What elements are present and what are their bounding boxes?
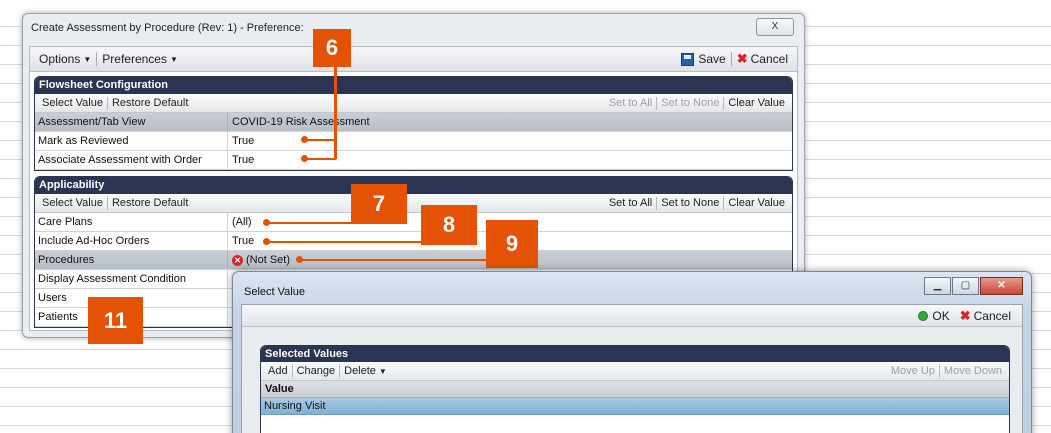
set-to-all-button[interactable]: Set to All [605,97,656,109]
set-to-none-button[interactable]: Set to None [657,97,723,109]
row-key: Assessment/Tab View [35,113,228,131]
window-controls: ▁ ▢ ✕ [923,277,1023,295]
section-toolbar: Select Value Restore Default Set to All … [35,94,792,113]
set-to-none-button[interactable]: Set to None [657,197,723,209]
restore-default-button[interactable]: Restore Default [108,197,192,209]
row-key: Include Ad-Hoc Orders [35,232,228,250]
save-button[interactable]: Save [676,52,730,66]
row-value: (Not Set) [246,253,291,266]
clear-value-button[interactable]: Clear Value [724,97,789,109]
table-row[interactable]: Assessment/Tab View COVID-19 Risk Assess… [35,113,792,132]
row-key: Display Assessment Condition [35,270,228,288]
minimize-button[interactable]: ▁ [924,277,951,295]
set-to-all-button[interactable]: Set to All [605,197,656,209]
cancel-button[interactable]: ✖ Cancel [732,51,793,67]
close-icon: ✕ [997,280,1006,291]
maximize-icon: ▢ [960,280,971,291]
options-label: Options [39,52,81,66]
cancel-label: Cancel [973,308,1011,323]
section-toolbar: Select Value Restore Default Set to All … [35,194,792,213]
options-menu[interactable]: Options ▼ [34,52,96,66]
cancel-icon: ✖ [736,51,748,66]
callout-leader [268,241,422,243]
section-header: Flowsheet Configuration [35,77,792,94]
main-toolbar: Options ▼ Preferences ▼ Save ✖ Cancel [30,47,797,72]
close-button[interactable]: ✕ [980,277,1023,295]
callout-8: 8 [421,205,477,245]
close-button[interactable]: X [756,18,794,36]
callout-leader [306,139,336,141]
callout-7: 7 [351,184,407,224]
callout-dot [301,136,308,143]
delete-menu[interactable]: Delete ▼ [340,365,391,377]
section-header: Applicability [35,177,792,194]
callout-dot [263,238,270,245]
close-icon: X [771,21,779,32]
column-header: Value [261,381,1009,398]
section-toolbar: Add Change Delete ▼ Move Up Move Down [261,362,1009,381]
callout-dot [263,219,270,226]
ok-label: OK [932,308,950,323]
ok-button[interactable]: OK [913,309,954,323]
callout-9: 9 [486,220,538,268]
row-value: COVID-19 Risk Assessment [232,115,370,128]
cancel-label: Cancel [750,52,788,66]
preferences-menu[interactable]: Preferences ▼ [97,52,183,66]
select-value-button[interactable]: Select Value [38,97,107,109]
not-set-icon: ✕ [232,254,243,266]
clear-value-button[interactable]: Clear Value [724,197,789,209]
callout-6: 6 [313,29,351,67]
preferences-label: Preferences [102,52,167,66]
callout-leader [306,158,336,160]
select-value-button[interactable]: Select Value [38,197,107,209]
callout-leader [334,67,337,159]
change-button[interactable]: Change [293,365,340,377]
minimize-icon: ▁ [933,280,942,291]
dialog-title: Create Assessment by Procedure (Rev: 1) … [31,22,304,34]
flowsheet-section: Flowsheet Configuration Select Value Res… [34,76,793,171]
dialog-title: Select Value [244,286,305,298]
chevron-down-icon: ▼ [169,54,178,64]
cancel-icon: ✖ [959,307,971,323]
select-value-dialog: Select Value ▁ ▢ ✕ OK ✖ Cancel Selected V… [232,271,1032,433]
move-up-button[interactable]: Move Up [887,365,939,377]
save-icon [681,52,695,66]
row-value: True [232,134,255,147]
table-row[interactable]: Mark as Reviewed True [35,132,792,151]
callout-leader [268,222,352,224]
callout-leader [301,259,487,261]
save-label: Save [698,52,726,66]
maximize-button[interactable]: ▢ [952,277,979,295]
row-value: True [232,234,255,247]
row-value: True [232,153,255,166]
table-row[interactable]: Care Plans (All) [35,213,792,232]
callout-dot [301,155,308,162]
ok-icon [918,310,929,321]
move-down-button[interactable]: Move Down [940,365,1006,377]
callout-11: 11 [88,297,143,344]
chevron-down-icon: ▼ [83,54,92,64]
dialog-body: OK ✖ Cancel Selected Values Add Change De… [241,304,1023,433]
chevron-down-icon: ▼ [378,367,387,376]
row-value-cell: ✕ (Not Set) [228,251,290,269]
callout-dot [296,256,303,263]
selected-values-panel: Selected Values Add Change Delete ▼ Move … [260,345,1010,433]
row-key: Procedures [35,251,228,269]
table-row[interactable]: Associate Assessment with Order True [35,151,792,170]
row-key: Mark as Reviewed [35,132,228,150]
delete-label: Delete [344,365,376,377]
row-key: Care Plans [35,213,228,231]
restore-default-button[interactable]: Restore Default [108,97,192,109]
row-key: Associate Assessment with Order [35,151,228,169]
cancel-button[interactable]: ✖ Cancel [955,308,1016,324]
row-value: (All) [232,215,252,228]
dialog-toolbar: OK ✖ Cancel [242,305,1022,327]
section-header: Selected Values [261,346,1009,362]
list-item[interactable]: Nursing Visit [261,398,1009,415]
add-button[interactable]: Add [264,365,292,377]
